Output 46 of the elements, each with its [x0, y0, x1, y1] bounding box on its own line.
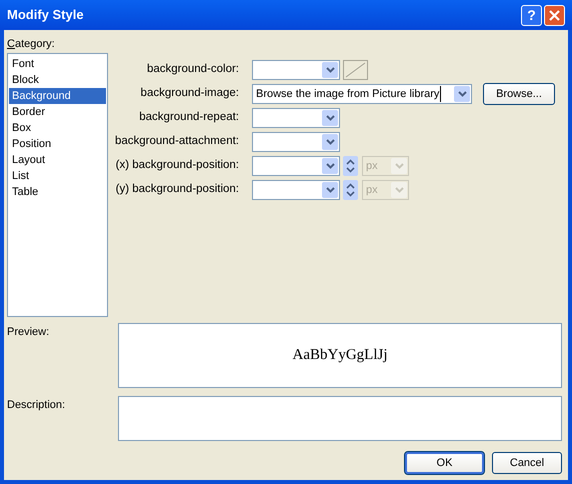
- category-item[interactable]: Box: [9, 120, 106, 136]
- dropdown-field[interactable]: [252, 180, 340, 200]
- dropdown-field[interactable]: [252, 60, 340, 80]
- chevron-down-icon: [394, 187, 404, 193]
- chevron-down-icon: [326, 163, 334, 169]
- category-item[interactable]: Border: [9, 104, 106, 120]
- category-item[interactable]: Font: [9, 56, 106, 72]
- help-button[interactable]: ?: [521, 4, 542, 26]
- dropdown-field[interactable]: Browse the image from Picture library: [252, 84, 472, 104]
- property-label: (y) background-position:: [114, 182, 240, 198]
- category-item[interactable]: List: [9, 168, 106, 184]
- property-label: background-color:: [146, 62, 240, 78]
- no-color-icon: [345, 62, 366, 78]
- property-label: background-repeat:: [138, 110, 240, 126]
- chevron-down-icon: [326, 67, 334, 73]
- property-label: background-image:: [140, 86, 240, 102]
- browse-button[interactable]: Browse...: [483, 83, 555, 105]
- spin-button[interactable]: [343, 156, 358, 176]
- category-item[interactable]: Background: [9, 88, 106, 104]
- category-label: Category:: [7, 37, 56, 52]
- category-item[interactable]: Block: [9, 72, 106, 88]
- description-label: Description:: [7, 398, 66, 413]
- chevron-down-icon: [326, 139, 334, 145]
- category-item[interactable]: Position: [9, 136, 106, 152]
- color-picker-button[interactable]: [343, 60, 368, 80]
- category-item[interactable]: Table: [9, 184, 106, 200]
- dropdown-field[interactable]: [252, 108, 340, 128]
- preview-sample-text: AaBbYyGgLlJj: [292, 346, 388, 366]
- dialog-button[interactable]: OK: [405, 452, 484, 474]
- window-title: Modify Style: [7, 6, 85, 24]
- close-icon: [549, 10, 560, 20]
- chevron-down-icon: [458, 91, 466, 97]
- property-label: (x) background-position:: [114, 158, 240, 174]
- chevron-down-icon: [326, 115, 334, 121]
- dialog-button[interactable]: Cancel: [492, 452, 562, 474]
- up-down-arrows-icon: [346, 182, 355, 198]
- dropdown-field[interactable]: [252, 132, 340, 152]
- dropdown-field[interactable]: [252, 156, 340, 176]
- preview-label: Preview:: [7, 325, 50, 340]
- property-label: background-attachment:: [114, 134, 240, 150]
- close-button[interactable]: [544, 4, 565, 26]
- chevron-down-icon: [394, 163, 404, 169]
- chevron-down-icon: [326, 187, 334, 193]
- spin-button[interactable]: [343, 180, 358, 200]
- category-item[interactable]: Layout: [9, 152, 106, 168]
- up-down-arrows-icon: [346, 158, 355, 174]
